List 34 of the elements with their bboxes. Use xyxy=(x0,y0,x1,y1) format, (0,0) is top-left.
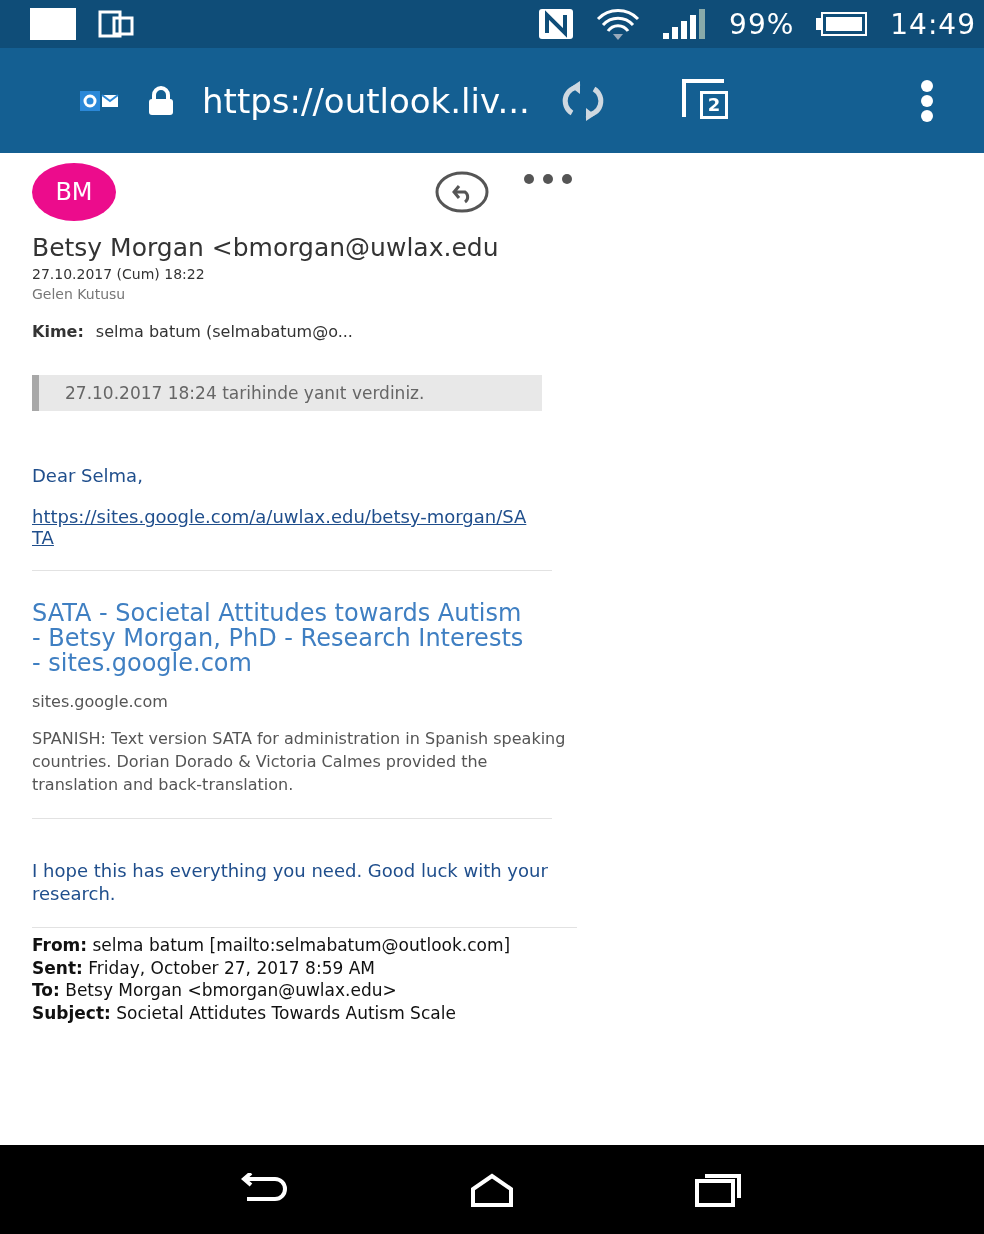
battery-icon xyxy=(816,12,869,36)
quoted-header-line: From: selma batum [mailto:selmabatum@outlook.com] xyxy=(32,934,512,957)
closing-text: I hope this has everything you need. Good luck with your research. xyxy=(32,859,549,905)
link-preview-title[interactable]: SATA - Societal Attitudes towards Autism - Betsy Morgan, PhD - Research Interests - sites.google.com xyxy=(32,601,532,676)
to-label: Kime: xyxy=(32,322,84,341)
devices-icon xyxy=(98,10,134,38)
reply-icon[interactable] xyxy=(435,171,489,213)
nfc-icon xyxy=(539,9,574,39)
menu-icon[interactable] xyxy=(920,79,934,122)
message-date: 27.10.2017 (Cum) 18:22 xyxy=(32,266,206,282)
recents-icon[interactable] xyxy=(695,1172,744,1207)
lock-icon xyxy=(148,85,174,116)
sender-name: Betsy Morgan <bmorgan@uwlax.edu xyxy=(32,233,500,262)
quoted-header-line: Subject: Societal Attidutes Towards Autism Scale xyxy=(32,1001,457,1024)
signal-icon xyxy=(663,9,708,39)
notification-icon xyxy=(30,8,76,40)
clock-time: 14:49 xyxy=(890,7,976,41)
quoted-header-line: Sent: Friday, October 27, 2017 8:59 AM xyxy=(32,956,376,979)
home-icon[interactable] xyxy=(470,1172,514,1207)
wifi-icon xyxy=(595,7,642,41)
greeting: Dear Selma, xyxy=(32,465,144,486)
folder-label: Gelen Kutusu xyxy=(32,286,127,302)
link[interactable]: https://sites.google.com/a/uwlax.edu/betsy-morgan/SATA xyxy=(32,506,532,548)
quoted-header-line: To: Betsy Morgan <bmorgan@uwlax.edu> xyxy=(32,979,398,1002)
tab-count: 2 xyxy=(699,90,728,119)
more-icon[interactable] xyxy=(523,173,573,185)
recipient: selma batum (selmabatum@o... xyxy=(95,322,353,341)
avatar: BM xyxy=(32,163,116,221)
url-text[interactable]: https://outlook.liv... xyxy=(202,80,530,121)
battery-percent: 99% xyxy=(729,7,795,41)
link-preview-description: SPANISH: Text version SATA for administration in Spanish speaking countries. Dorian Dorado & Victoria Calmes provided the translation and back-translation. xyxy=(32,728,567,796)
reply-notice: 27.10.2017 18:24 tarihinde yanıt verdiniz. xyxy=(32,375,542,411)
link-preview-domain: sites.google.com xyxy=(32,691,169,713)
tabs-button[interactable]: 2 xyxy=(679,76,736,125)
